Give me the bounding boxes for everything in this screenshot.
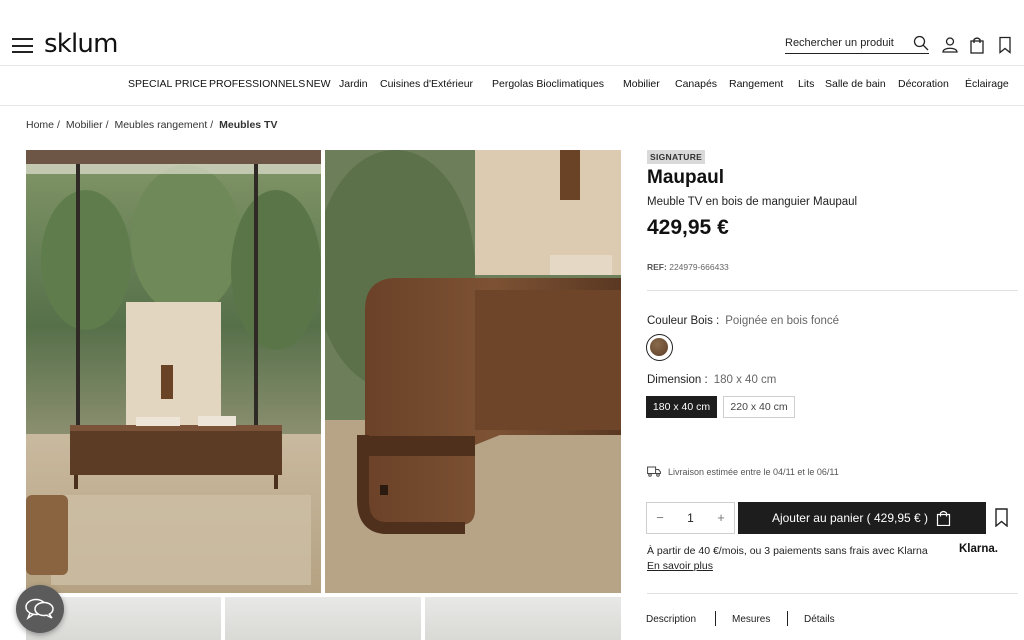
nav-cuisines-exterieur[interactable]: Cuisines d'Extérieur: [380, 78, 473, 90]
room-scene-image: [26, 150, 321, 593]
detail-closeup-image: [325, 150, 621, 593]
truck-icon: [647, 466, 661, 477]
color-value: Poignée en bois foncé: [725, 315, 840, 327]
add-to-cart-label[interactable]: Ajouter au panier ( 429,95 € ): [772, 511, 928, 525]
nav-decoration[interactable]: Décoration: [898, 78, 949, 90]
signature-badge: SIGNATURE: [647, 150, 706, 164]
top-header: sklum Rechercher un produit: [0, 0, 1024, 66]
dimension-value: 180 x 40 cm: [713, 374, 777, 386]
nav-new[interactable]: NEW: [306, 78, 331, 90]
sklum-logo[interactable]: sklum: [44, 29, 118, 59]
nav-professionnels[interactable]: PROFESSIONNELS: [209, 78, 305, 90]
cart-bag-icon: [936, 510, 951, 526]
product-photo-room[interactable]: [26, 150, 321, 593]
product-title: Maupaul: [647, 167, 725, 188]
color-swatch-dark-wood[interactable]: [646, 334, 673, 361]
tab-details[interactable]: Détails: [804, 614, 835, 625]
ref-label: REF:: [647, 262, 667, 272]
learn-more-link[interactable]: En savoir plus: [647, 560, 713, 572]
klarna-text: À partir de 40 €/mois, ou 3 paiements sa…: [647, 545, 928, 557]
tab-separator: [787, 611, 788, 626]
nav-lits[interactable]: Lits: [798, 78, 814, 90]
dimension-220x40-button[interactable]: 220 x 40 cm: [723, 396, 795, 418]
thumbnail-3[interactable]: [425, 597, 621, 640]
add-to-cart-button[interactable]: Ajouter au panier ( 429,95 € ): [738, 502, 986, 534]
breadcrumb-meubles-rangement[interactable]: Meubles rangement: [114, 119, 207, 131]
klarna-logo: Klarna.: [959, 543, 998, 555]
product-ref: REF: 224979-666433: [647, 262, 729, 272]
dimension-label: Dimension :: [647, 374, 708, 386]
breadcrumb-mobilier[interactable]: Mobilier: [66, 119, 103, 131]
nav-rangement[interactable]: Rangement: [729, 78, 783, 90]
dimension-180x40-button[interactable]: 180 x 40 cm: [646, 396, 717, 418]
divider: [647, 290, 1018, 291]
bookmark-icon[interactable]: [996, 36, 1014, 54]
nav-jardin[interactable]: Jardin: [339, 78, 368, 90]
tab-separator: [715, 611, 716, 626]
menu-icon[interactable]: [12, 38, 33, 53]
search-label[interactable]: Rechercher un produit: [785, 37, 894, 49]
divider: [647, 593, 1018, 594]
breadcrumb: Home / Mobilier / Meubles rangement / Meubl…: [26, 119, 278, 131]
product-subtitle: Meuble TV en bois de manguier Maupaul: [647, 196, 858, 208]
user-icon[interactable]: [941, 36, 959, 54]
tab-mesures[interactable]: Mesures: [732, 614, 770, 625]
chat-bubbles-icon: [25, 598, 54, 620]
shopping-bag-icon[interactable]: [968, 36, 986, 54]
nav-canapes[interactable]: Canapés: [675, 78, 717, 90]
color-option: Couleur Bois : Poignée en bois foncé: [647, 315, 839, 327]
thumbnail-2[interactable]: [225, 597, 421, 640]
delivery-info: Livraison estimée entre le 04/11 et le 0…: [647, 466, 839, 477]
search-field[interactable]: Rechercher un produit: [785, 35, 929, 54]
quantity-increase-button[interactable]: +: [714, 510, 728, 525]
quantity-stepper: − 1 +: [646, 502, 735, 534]
main-nav: SPECIAL PRICE PROFESSIONNELS NEW Jardin …: [0, 66, 1024, 106]
nav-pergolas[interactable]: Pergolas Bioclimatiques: [492, 78, 604, 90]
nav-mobilier[interactable]: Mobilier: [623, 78, 660, 90]
ref-value: 224979-666433: [669, 262, 729, 272]
search-icon[interactable]: [913, 35, 929, 51]
product-photo-detail[interactable]: [325, 150, 621, 593]
dimension-option: Dimension : 180 x 40 cm: [647, 374, 776, 386]
tab-description[interactable]: Description: [646, 614, 696, 625]
color-label: Couleur Bois :: [647, 315, 720, 327]
nav-special-price[interactable]: SPECIAL PRICE: [128, 78, 207, 90]
wishlist-bookmark-icon[interactable]: [994, 508, 1009, 527]
breadcrumb-home[interactable]: Home: [26, 119, 54, 131]
product-price: 429,95 €: [647, 216, 729, 239]
delivery-text: Livraison estimée entre le 04/11 et le 0…: [668, 467, 839, 477]
nav-eclairage[interactable]: Éclairage: [965, 78, 1009, 90]
breadcrumb-current: Meubles TV: [219, 119, 278, 131]
chat-button[interactable]: [16, 585, 64, 633]
nav-salle-de-bain[interactable]: Salle de bain: [825, 78, 886, 90]
